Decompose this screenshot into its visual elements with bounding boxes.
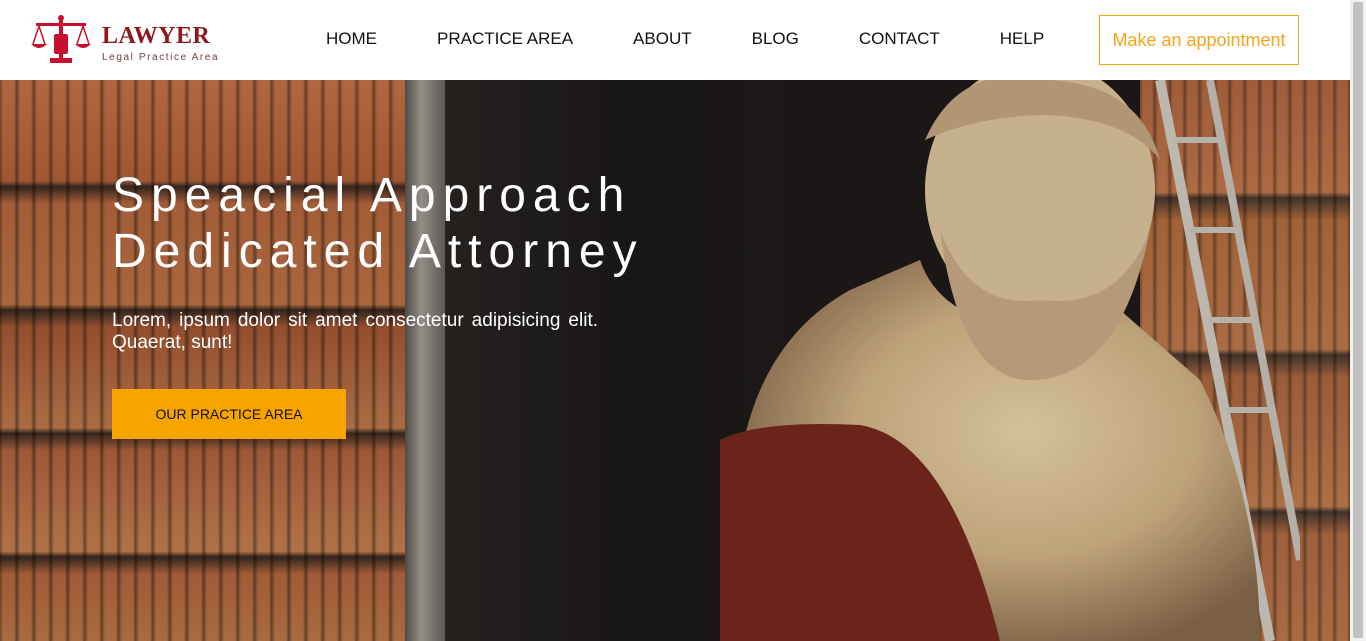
hero-content: Speacial Approach Dedicated Attorney Lor…	[112, 168, 732, 439]
nav-help[interactable]: HELP	[1000, 28, 1044, 50]
logo[interactable]: LAWYER Legal Practice Area	[30, 14, 219, 71]
page-scrollbar[interactable]	[1350, 0, 1366, 641]
make-appointment-button[interactable]: Make an appointment	[1099, 15, 1299, 65]
hero-subtitle: Lorem, ipsum dolor sit amet consectetur …	[112, 310, 598, 353]
nav-about[interactable]: ABOUT	[633, 28, 692, 50]
nav-practice-area[interactable]: PRACTICE AREA	[437, 28, 573, 50]
brand-name: LAWYER	[102, 22, 211, 49]
hero-title-line-2: Dedicated Attorney	[112, 225, 644, 278]
site-header: LAWYER Legal Practice Area HOME PRACTICE…	[0, 0, 1350, 80]
main-nav: HOME PRACTICE AREA ABOUT BLOG CONTACT HE…	[326, 28, 1044, 50]
our-practice-area-button[interactable]: OUR PRACTICE AREA	[112, 389, 346, 439]
nav-blog[interactable]: BLOG	[752, 28, 799, 50]
hero-section: Speacial Approach Dedicated Attorney Lor…	[0, 80, 1350, 641]
nav-contact[interactable]: CONTACT	[859, 28, 940, 50]
brand-tagline: Legal Practice Area	[102, 51, 220, 63]
scrollbar-thumb[interactable]	[1353, 2, 1363, 638]
hero-title: Speacial Approach Dedicated Attorney	[112, 168, 732, 280]
scales-of-justice-icon	[30, 14, 92, 71]
page: LAWYER Legal Practice Area HOME PRACTICE…	[0, 0, 1366, 641]
nav-home[interactable]: HOME	[326, 28, 377, 50]
hero-title-line-1: Speacial Approach	[112, 169, 632, 222]
logo-text: LAWYER Legal Practice Area	[102, 23, 219, 63]
